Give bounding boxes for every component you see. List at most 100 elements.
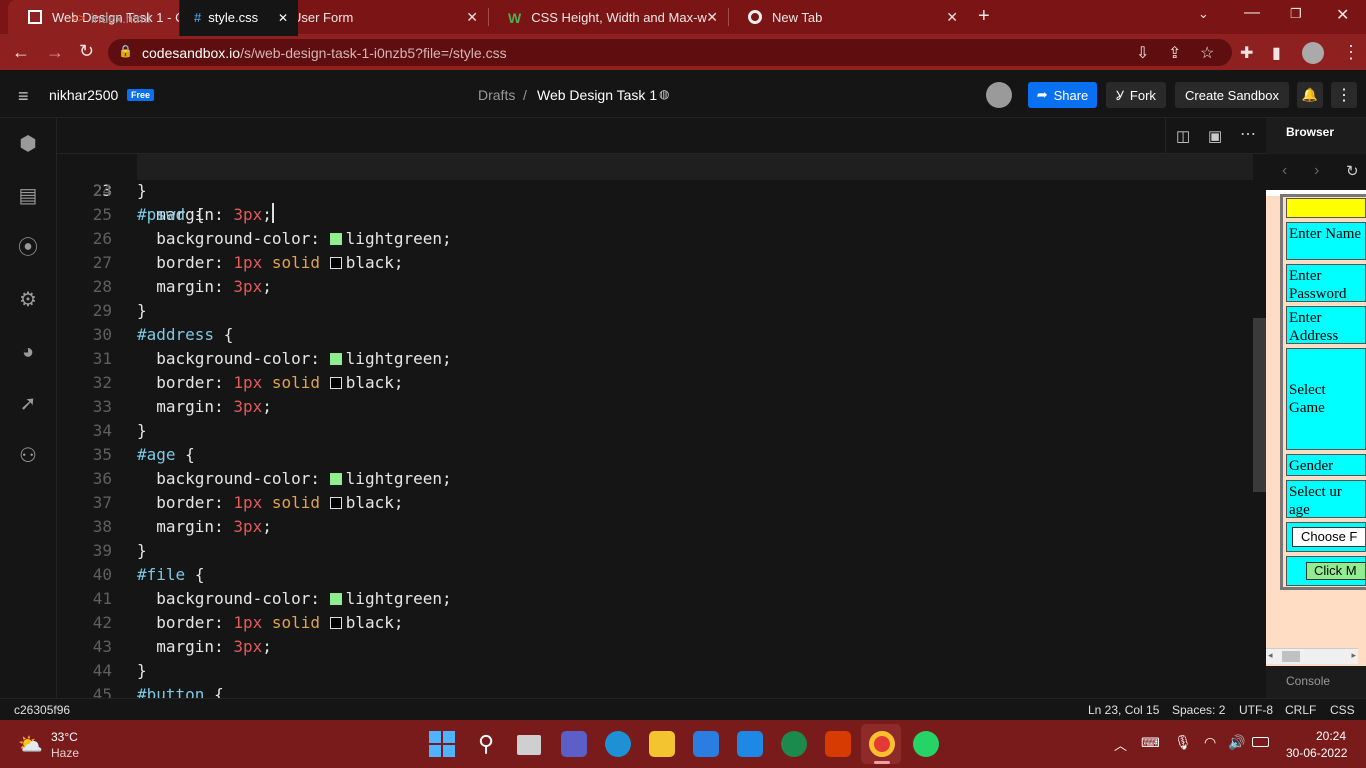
preview-forward-icon[interactable]: › <box>1314 162 1319 180</box>
token: background-color: <box>156 229 321 248</box>
color-swatch[interactable] <box>329 233 342 245</box>
address-url[interactable]: codesandbox.io/s/web-design-task-1-i0nzb… <box>142 45 507 61</box>
status-cursor-position[interactable]: Ln 23, Col 15 <box>1088 703 1159 717</box>
notifications-bell-icon[interactable]: 🔔 <box>1297 82 1323 108</box>
teams-chat-icon[interactable] <box>561 731 587 757</box>
more-options-icon[interactable]: ⋮ <box>1331 82 1357 108</box>
settings-gear-icon[interactable]: ⚙ <box>16 288 40 312</box>
token: { <box>223 325 234 344</box>
minimize-window-icon[interactable]: — <box>1244 4 1260 22</box>
deploy-rocket-icon[interactable]: ➚ <box>16 392 40 416</box>
username[interactable]: nikhar2500 <box>49 87 118 103</box>
token: border: <box>156 373 224 392</box>
restore-window-icon[interactable]: ❐ <box>1290 6 1302 22</box>
clock-date[interactable]: 30-06-2022 <box>1286 746 1347 760</box>
show-hidden-icons-chevron-icon[interactable]: ︿ <box>1114 735 1127 754</box>
side-panel-icon[interactable]: ▮ <box>1272 43 1281 63</box>
whatsapp-icon[interactable] <box>913 731 939 757</box>
color-swatch[interactable] <box>329 617 342 629</box>
console-bar[interactable]: Console <box>1266 666 1366 698</box>
color-swatch[interactable] <box>329 257 342 269</box>
task-view-icon[interactable] <box>517 735 541 755</box>
lock-icon[interactable]: 🔒 <box>118 44 133 58</box>
editor-tab-bar <box>57 118 1266 154</box>
clock-time[interactable]: 20:24 <box>1316 729 1346 743</box>
sandbox-title[interactable]: Web Design Task 1 <box>537 87 657 103</box>
volume-icon[interactable]: 🔊 <box>1228 734 1245 751</box>
chrome-icon[interactable] <box>869 731 895 757</box>
hamburger-menu-icon[interactable]: ≡ <box>18 86 29 107</box>
status-language[interactable]: CSS <box>1330 703 1355 717</box>
preview-back-icon[interactable]: ‹ <box>1282 162 1287 180</box>
office-icon[interactable] <box>825 731 851 757</box>
color-swatch[interactable] <box>329 473 342 485</box>
bookmark-star-icon[interactable]: ☆ <box>1200 43 1214 63</box>
click-me-button[interactable]: Click M <box>1306 562 1365 580</box>
status-indentation[interactable]: Spaces: 2 <box>1172 703 1225 717</box>
close-tab-icon[interactable]: ✕ <box>466 9 478 26</box>
browser-menu-icon[interactable]: ⋮ <box>1342 42 1360 63</box>
live-users-icon[interactable]: ⚇ <box>16 444 40 468</box>
status-eol[interactable]: CRLF <box>1285 703 1316 717</box>
fork-button[interactable]: Ỿ Fork <box>1106 82 1166 108</box>
battery-icon[interactable] <box>1252 737 1269 747</box>
close-editor-tab-icon[interactable]: ✕ <box>278 11 288 25</box>
scroll-right-icon[interactable]: ▸ <box>1351 650 1356 661</box>
scroll-left-icon[interactable]: ◂ <box>1268 650 1273 661</box>
close-window-icon[interactable]: ✕ <box>1336 5 1349 25</box>
microsoft-store-icon[interactable] <box>693 731 719 757</box>
editor-tab-index-html[interactable]: <> index.html <box>57 0 180 36</box>
user-avatar[interactable] <box>986 82 1012 108</box>
editor-scrollbar-thumb[interactable] <box>1253 318 1266 492</box>
create-sandbox-button[interactable]: Create Sandbox <box>1175 82 1289 108</box>
sandbox-info-cube-icon[interactable]: ⬢ <box>16 132 40 156</box>
breadcrumb-drafts[interactable]: Drafts <box>478 87 515 103</box>
weather-temperature[interactable]: 33°C <box>51 730 78 744</box>
edge-browser-icon[interactable] <box>605 731 631 757</box>
share-button[interactable]: ➦ Share <box>1028 82 1097 108</box>
weather-description[interactable]: Haze <box>51 746 79 760</box>
editor-more-icon[interactable]: ⋯ <box>1240 124 1256 144</box>
choose-file-button[interactable]: Choose F <box>1292 527 1365 547</box>
color-swatch[interactable] <box>329 353 342 365</box>
preview-refresh-icon[interactable]: ↻ <box>1346 162 1359 180</box>
close-tab-icon[interactable]: ✕ <box>946 9 958 26</box>
wifi-icon[interactable]: ◠ <box>1204 734 1216 751</box>
color-swatch[interactable] <box>329 593 342 605</box>
back-arrow-icon[interactable]: ← <box>12 42 30 63</box>
status-commit[interactable]: c26305f96 <box>14 703 70 717</box>
tab-search-chevron-icon[interactable]: ⌄ <box>1198 6 1209 22</box>
windows-start-icon[interactable] <box>429 731 455 757</box>
open-preview-icon[interactable]: ▣ <box>1208 127 1222 145</box>
forward-arrow-icon[interactable]: → <box>46 42 64 63</box>
split-editor-icon[interactable]: ◫ <box>1176 127 1190 145</box>
code-editor[interactable]: 23 margin: 3px; 24} 25 #pswd { 26 backgro… <box>57 154 1253 698</box>
install-app-icon[interactable]: ⇩ <box>1136 43 1149 63</box>
preview-h-scroll-thumb[interactable] <box>1282 651 1300 662</box>
color-swatch[interactable] <box>329 497 342 509</box>
github-icon[interactable]: ◕ <box>16 340 40 364</box>
keyboard-icon[interactable]: ⌨ <box>1141 735 1160 751</box>
browser-tab-new-tab[interactable]: New Tab ✕ <box>728 0 968 34</box>
globe-icon[interactable]: ◍ <box>659 87 669 101</box>
editor-tab-style-css[interactable]: # style.css ✕ <box>180 0 298 36</box>
color-swatch[interactable] <box>329 377 342 389</box>
share-page-icon[interactable]: ⇪ <box>1168 43 1181 63</box>
search-icon[interactable]: ⦿ <box>16 236 40 260</box>
reload-icon[interactable]: ↻ <box>79 41 94 62</box>
search-icon[interactable]: ⚲ <box>473 731 499 757</box>
upwork-icon[interactable] <box>781 731 807 757</box>
status-encoding[interactable]: UTF-8 <box>1239 703 1273 717</box>
close-tab-icon[interactable]: ✕ <box>706 9 718 26</box>
preview-h-scrollbar[interactable]: ◂ ▸ <box>1266 648 1358 664</box>
extensions-puzzle-icon[interactable]: ✚ <box>1240 43 1253 63</box>
microphone-icon[interactable]: 🎙 <box>1174 734 1192 751</box>
browser-tab-css-height[interactable]: W CSS Height, Width and Max-widt ✕ <box>488 0 728 34</box>
profile-avatar[interactable] <box>1302 42 1324 64</box>
mail-icon[interactable] <box>737 731 763 757</box>
code-line: 34} <box>57 419 1253 443</box>
file-explorer-icon[interactable] <box>649 731 675 757</box>
files-icon[interactable]: ▤ <box>16 184 40 208</box>
weather-icon[interactable]: ⛅ <box>18 732 43 757</box>
new-tab-plus-icon[interactable]: + <box>978 5 990 28</box>
